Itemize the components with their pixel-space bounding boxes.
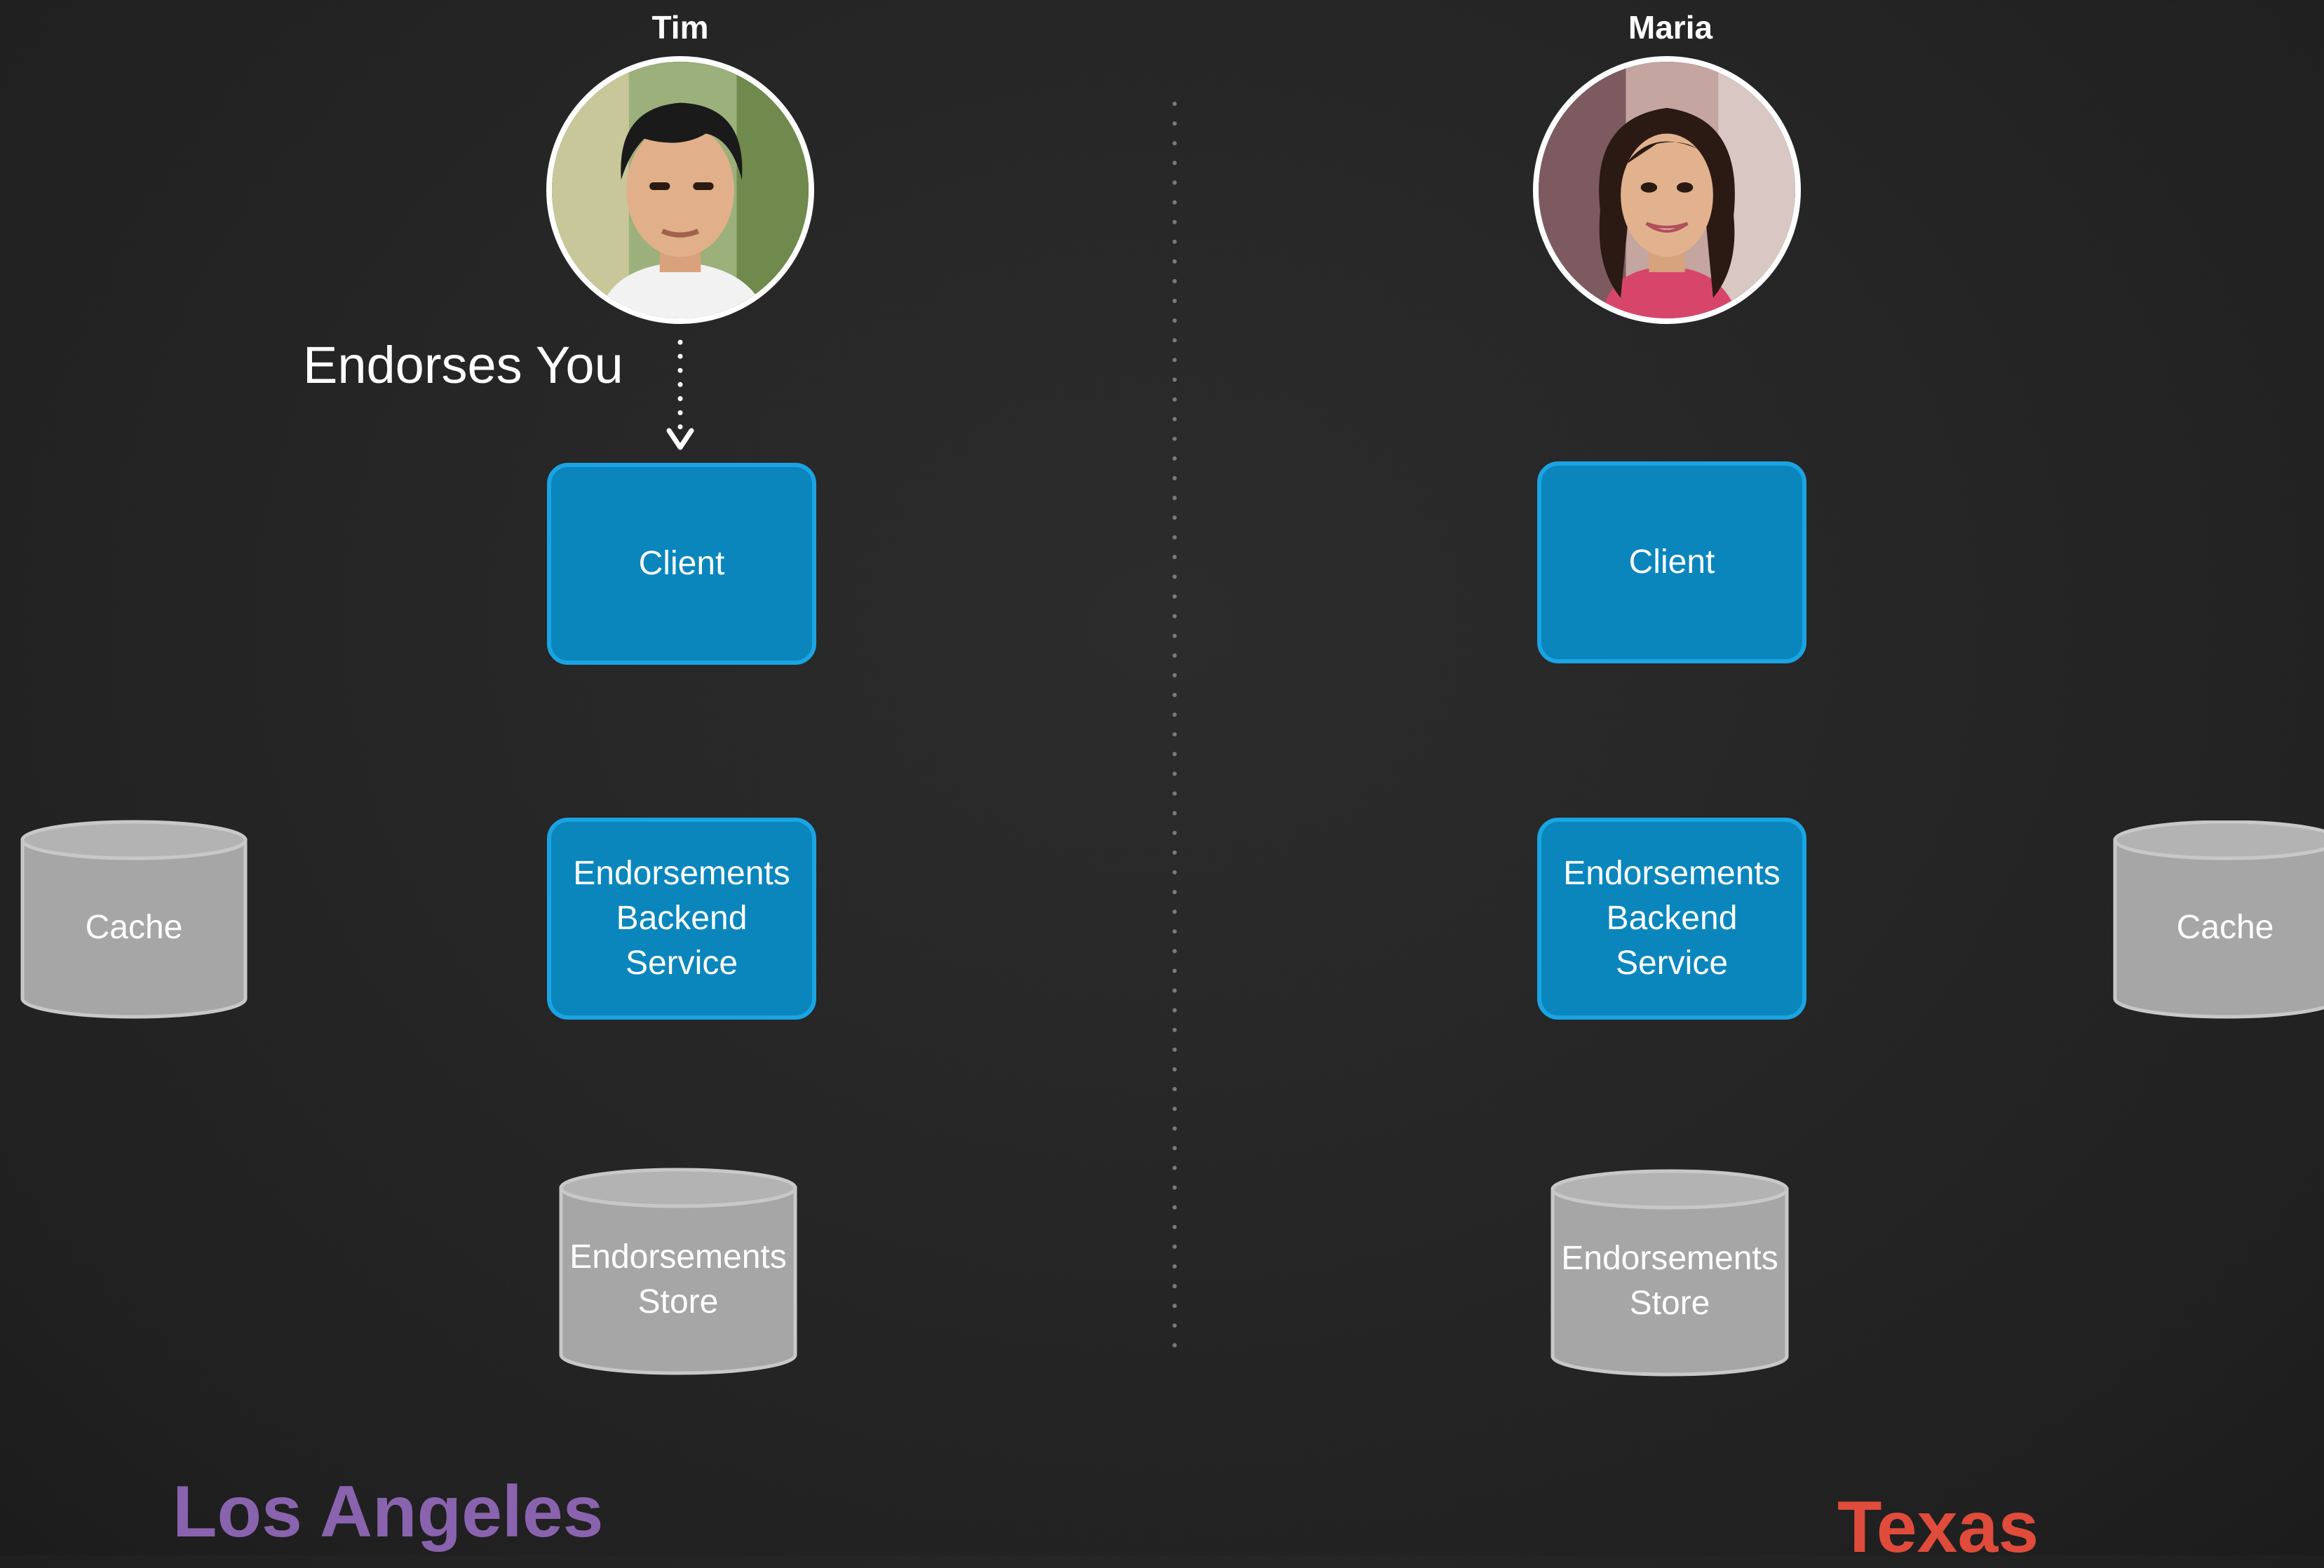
endorsements-store-label: Endorsements Store: [569, 1238, 787, 1320]
maria-avatar[interactable]: [1533, 56, 1801, 324]
person-name-tim: Tim: [651, 9, 709, 46]
client-node-la[interactable]: Client: [547, 463, 816, 665]
tim-avatar[interactable]: [546, 56, 814, 324]
backend-service-node-tx[interactable]: Endorsements Backend Service: [1537, 818, 1806, 1020]
backend-service-label: Endorsements Backend Service: [1563, 855, 1781, 982]
client-node-tx[interactable]: Client: [1537, 461, 1806, 663]
person-name-maria: Maria: [1628, 9, 1713, 46]
cache-cylinder-la[interactable]: Cache: [20, 820, 248, 1020]
maria-photo-icon: [1539, 62, 1795, 318]
region-divider: [1173, 102, 1177, 1359]
client-label: Client: [638, 545, 725, 582]
cache-label: Cache: [85, 909, 183, 946]
cache-cylinder-tx[interactable]: Cache: [2112, 820, 2324, 1020]
client-label: Client: [1628, 543, 1715, 581]
endorsements-store-cylinder-tx[interactable]: Endorsements Store: [1550, 1169, 1790, 1377]
tim-photo-icon: [552, 62, 809, 318]
cache-label: Cache: [2176, 909, 2274, 946]
backend-service-label: Endorsements Backend Service: [573, 855, 790, 982]
endorses-you-label: Endorses You: [303, 336, 623, 394]
endorse-arrow: [666, 339, 694, 450]
backend-service-node-la[interactable]: Endorsements Backend Service: [547, 818, 816, 1020]
region-label-los-angeles: Los Angeles: [173, 1471, 604, 1553]
region-label-texas: Texas: [1837, 1487, 2039, 1568]
endorsements-store-label: Endorsements Store: [1561, 1240, 1778, 1322]
endorsements-store-cylinder-la[interactable]: Endorsements Store: [558, 1168, 798, 1376]
